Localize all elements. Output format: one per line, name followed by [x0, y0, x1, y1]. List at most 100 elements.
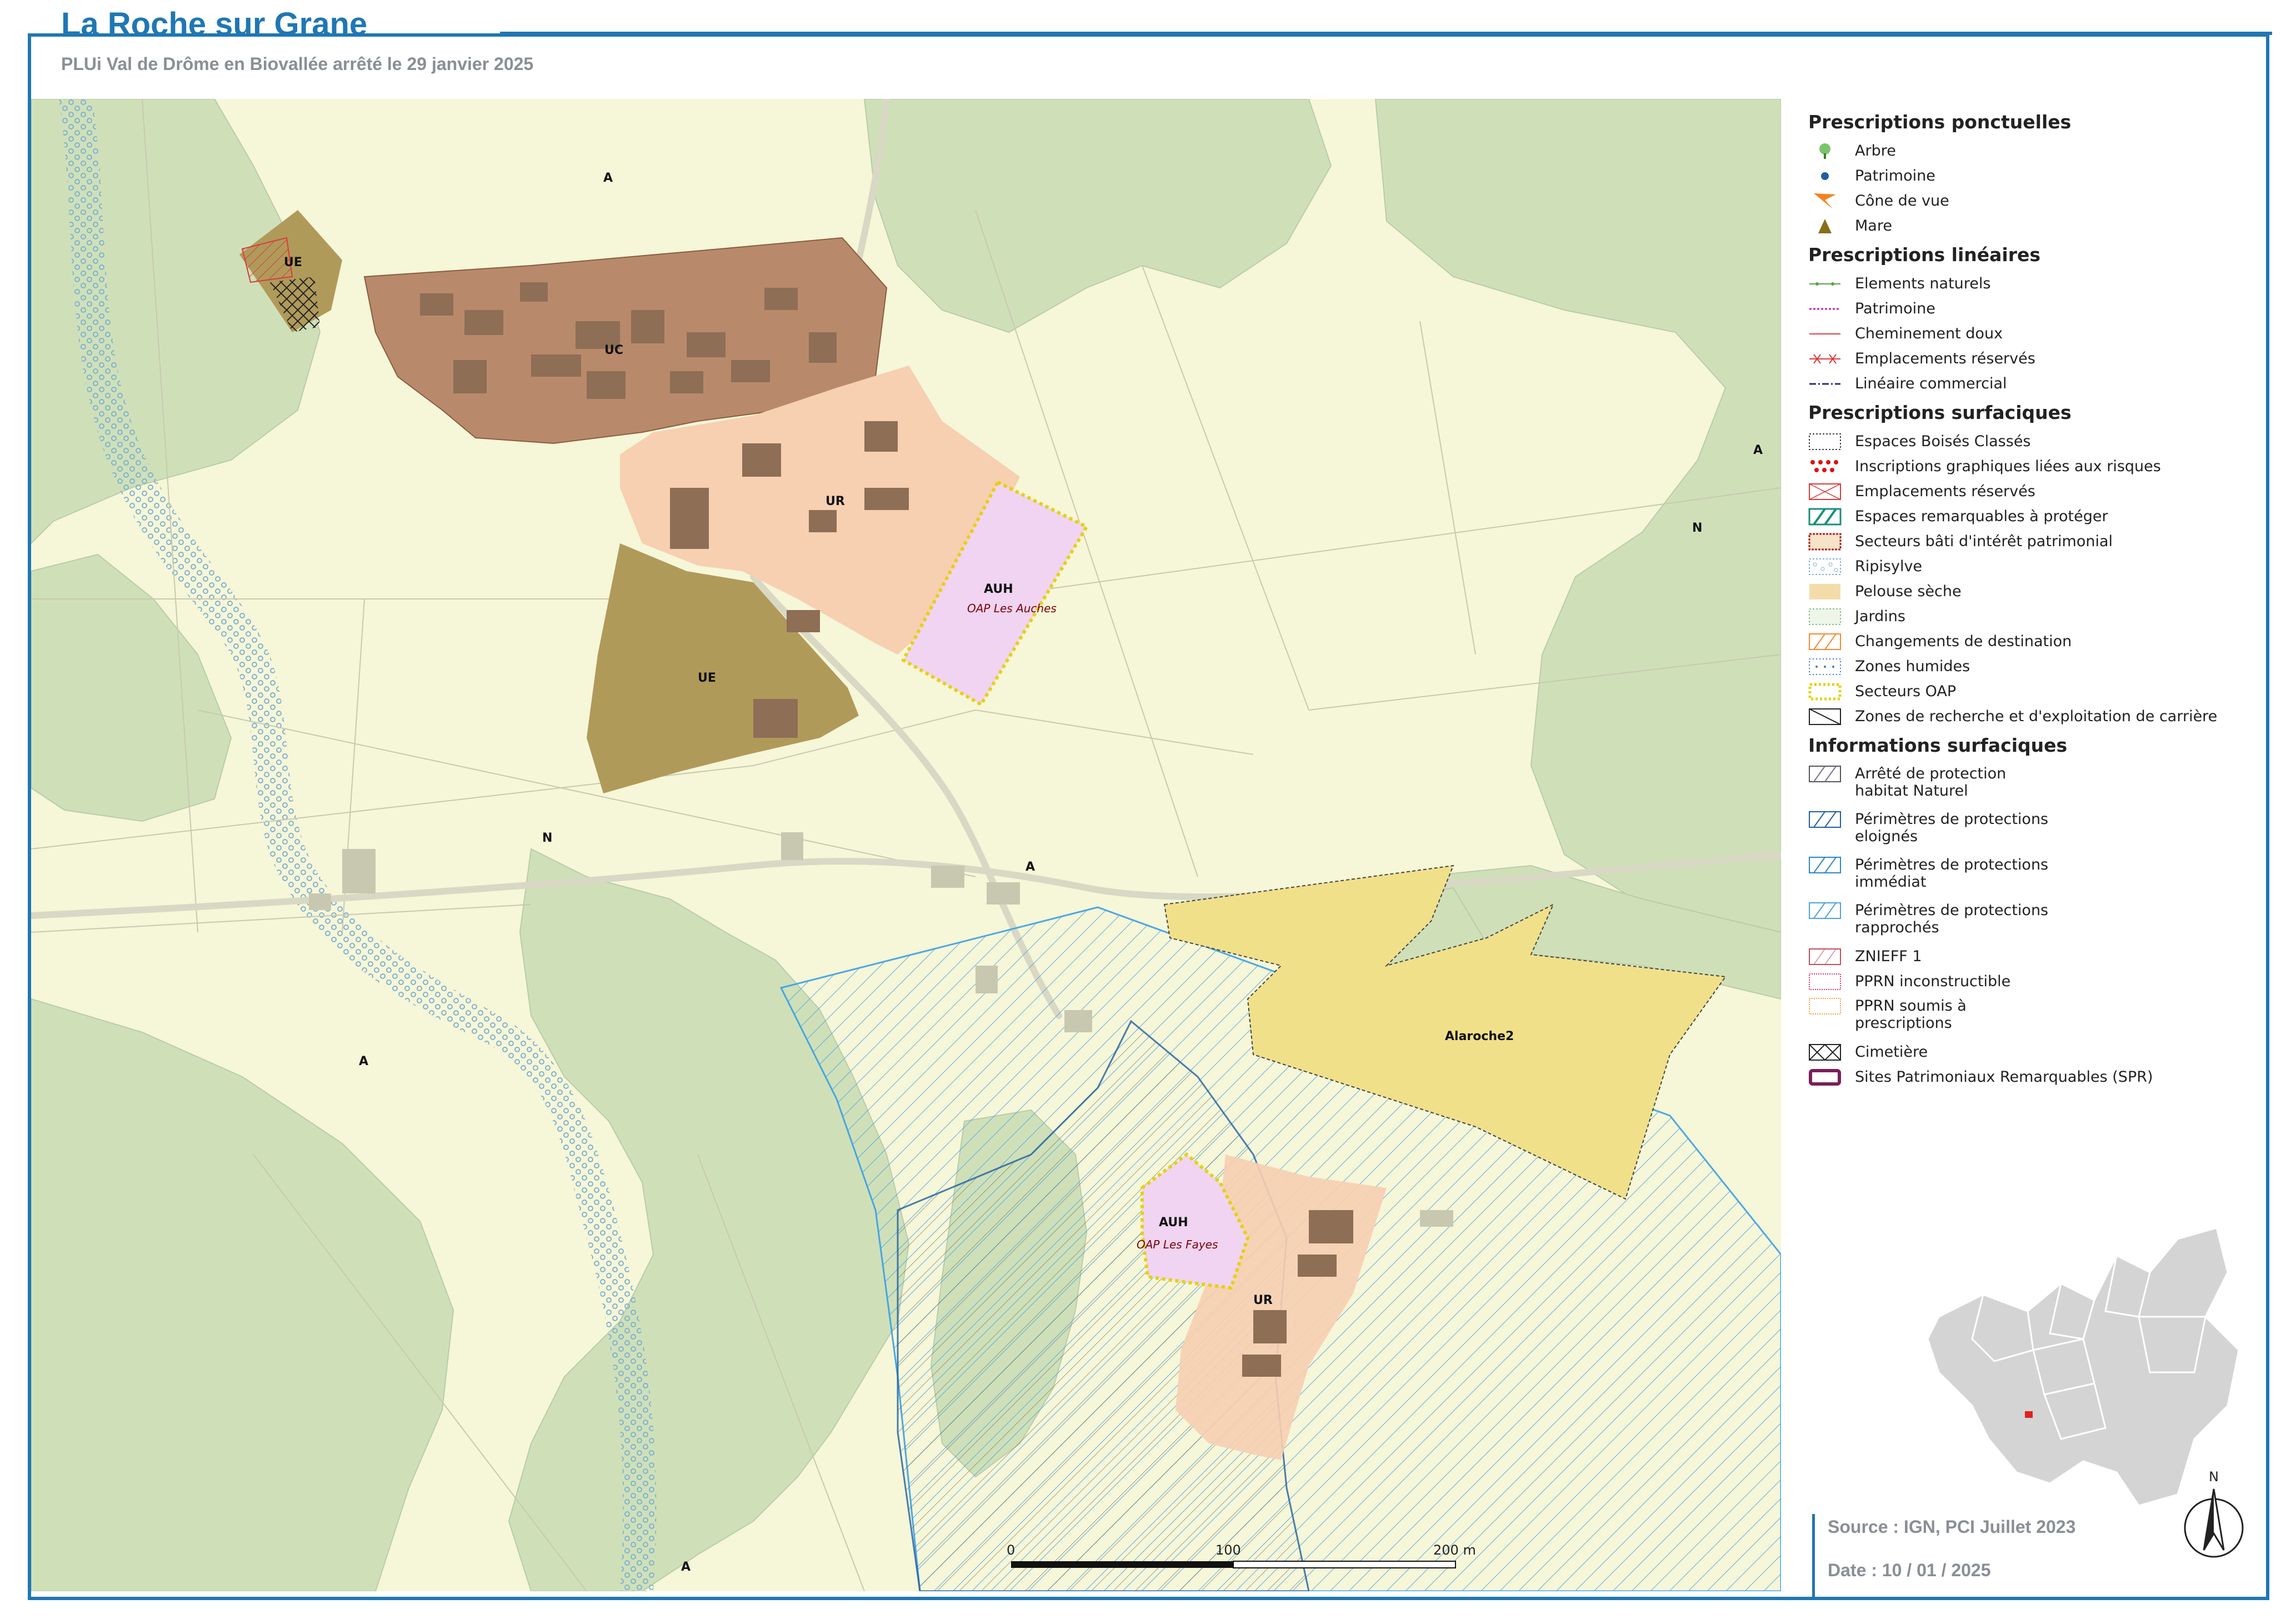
tree-icon [1808, 142, 1842, 160]
habitat-protection-icon [1808, 765, 1842, 783]
source-text: Source : IGN, PCI Juillet 2023 [1828, 1517, 2076, 1537]
legend-item: Ripisylve [1808, 554, 2264, 579]
zone-label-a: A [1753, 443, 1763, 457]
scale-label-mid: 100 [1215, 1542, 1241, 1558]
title-rule [500, 32, 2272, 35]
legend: Prescriptions ponctuelles Arbre Patrimoi… [1808, 106, 2264, 1090]
zone-label-ue: UE [698, 671, 716, 685]
scale-bar-graphic: 0 100 200 m [1007, 1542, 1476, 1568]
legend-item: Jardins [1808, 604, 2264, 629]
legend-item: Périmètres de protections immédiat [1808, 853, 2264, 898]
natural-line-icon [1808, 275, 1842, 293]
north-label: N [2209, 1469, 2219, 1485]
zone-label-auh: AUH [984, 582, 1013, 596]
map-view[interactable]: A A A A A N N UC UE UE UR UR AUH AUH Ala… [31, 99, 1781, 1591]
heritage-sector-icon [1808, 533, 1842, 551]
zone-label-uc: UC [604, 343, 624, 357]
quarry-icon [1808, 708, 1842, 726]
scale-label-zero: 0 [1007, 1542, 1015, 1558]
inset-region [1927, 1227, 2240, 1507]
legend-item: Espaces Boisés Classés [1808, 429, 2264, 454]
oap-label-fayes: OAP Les Fayes [1137, 1238, 1218, 1251]
page-title: La Roche sur Grane [61, 6, 368, 42]
legend-item: Inscriptions graphiques liées aux risque… [1808, 454, 2264, 479]
legend-item: Emplacements réservés [1808, 479, 2264, 504]
legend-item: PPRN inconstructible [1808, 969, 2264, 994]
zone-label-ur: UR [1253, 1293, 1273, 1307]
commercial-line-icon [1808, 375, 1842, 393]
heritage-point-icon [1808, 167, 1842, 185]
dry-lawn-icon [1808, 583, 1842, 601]
legend-section-title: Informations surfaciques [1808, 734, 2068, 756]
classified-woods-icon [1808, 433, 1842, 451]
oap-sector-icon [1808, 683, 1842, 701]
gardens-icon [1808, 608, 1842, 626]
legend-section-title: Prescriptions ponctuelles [1808, 111, 2072, 133]
pond-icon [1808, 217, 1842, 235]
inset-location-marker [2025, 1411, 2033, 1418]
zone-label-quarry: Alaroche2 [1445, 1030, 1514, 1043]
cemetery-icon [1808, 1043, 1842, 1061]
legend-item: PPRN soumis à prescriptions [1808, 994, 2264, 1040]
legend-item: Cône de vue [1808, 188, 2264, 213]
legend-item: Elements naturels [1808, 271, 2264, 296]
legend-item: Zones humides [1808, 654, 2264, 679]
zone-label-ur: UR [826, 494, 845, 508]
close-protection-icon [1808, 902, 1842, 920]
remarkable-spaces-icon [1808, 508, 1842, 526]
immediate-protection-icon [1808, 856, 1842, 874]
zone-label-n: N [1692, 521, 1703, 535]
legend-item: Secteurs bâti d'intérêt patrimonial [1808, 529, 2264, 554]
legend-item: Espaces remarquables à protéger [1808, 504, 2264, 529]
legend-item: Patrimoine [1808, 296, 2264, 321]
north-arrow: N [2180, 1467, 2247, 1567]
map-canvas[interactable] [31, 99, 1781, 1591]
pprn-prescriptions-icon [1808, 997, 1842, 1015]
zone-label-ue: UE [284, 256, 302, 269]
zone-label-a: A [603, 171, 613, 185]
legend-item: Emplacements réservés [1808, 346, 2264, 371]
title-block: La Roche sur Grane PLUi Val de Drôme en … [61, 6, 533, 74]
legend-item: Changements de destination [1808, 629, 2264, 654]
north-arrow-icon: N [2184, 1469, 2244, 1558]
zone-label-a: A [359, 1055, 369, 1068]
spr-icon [1808, 1068, 1842, 1086]
ripisylve-icon [1808, 558, 1842, 576]
legend-item: Sites Patrimoniaux Remarquables (SPR) [1808, 1065, 2264, 1090]
zone-label-n: N [542, 831, 553, 845]
wetlands-icon [1808, 658, 1842, 676]
destination-change-icon [1808, 633, 1842, 651]
legend-item: Arbre [1808, 138, 2264, 163]
legend-item: Zones de recherche et d'exploitation de … [1808, 704, 2264, 729]
legend-item: Patrimoine [1808, 163, 2264, 188]
legend-item: Arrêté de protection habitat Naturel [1808, 762, 2264, 807]
legend-section-title: Prescriptions linéaires [1808, 244, 2041, 266]
legend-item: Cheminement doux [1808, 321, 2264, 346]
legend-item: Linéaire commercial [1808, 371, 2264, 396]
view-cone-icon [1808, 192, 1842, 210]
scale-label-end: 200 m [1433, 1542, 1476, 1558]
legend-item: Pelouse sèche [1808, 579, 2264, 604]
legend-item: Périmètres de protections eloignés [1808, 807, 2264, 853]
legend-section-title: Prescriptions surfaciques [1808, 402, 2072, 423]
legend-item: Cimetière [1808, 1040, 2264, 1065]
reserved-line-icon [1808, 350, 1842, 368]
risk-marks-icon [1808, 458, 1842, 476]
heritage-line-icon [1808, 300, 1842, 318]
zone-label-a: A [1026, 860, 1036, 874]
legend-item: Périmètres de protections rapprochés [1808, 898, 2264, 944]
date-text: Date : 10 / 01 / 2025 [1828, 1560, 1991, 1580]
zone-label-a: A [681, 1560, 691, 1574]
far-protection-icon [1808, 811, 1842, 828]
legend-item: Mare [1808, 213, 2264, 238]
znieff-icon [1808, 948, 1842, 966]
source-rule [1812, 1514, 1815, 1597]
scale-bar: 0 100 200 m [1000, 1542, 1478, 1581]
oap-label-auches: OAP Les Auches [967, 602, 1057, 615]
legend-item: Secteurs OAP [1808, 679, 2264, 704]
soft-path-icon [1808, 325, 1842, 343]
legend-item: ZNIEFF 1 [1808, 944, 2264, 969]
reserved-area-icon [1808, 483, 1842, 501]
page-subtitle: PLUi Val de Drôme en Biovallée arrêté le… [61, 54, 534, 74]
pprn-unbuildable-icon [1808, 973, 1842, 991]
